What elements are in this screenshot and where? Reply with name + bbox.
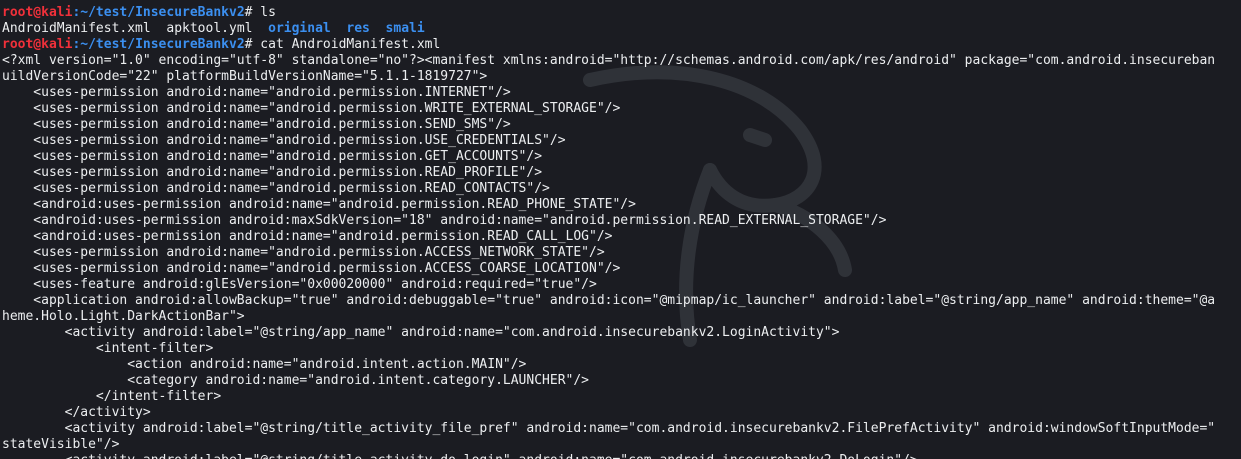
output-line: <uses-permission android:name="android.p… bbox=[2, 181, 550, 196]
output-line: <intent-filter> bbox=[2, 341, 214, 356]
terminal-window[interactable]: root@kali:~/test/InsecureBankv2# ls Andro… bbox=[0, 0, 1241, 459]
prompt-symbol: # bbox=[244, 5, 261, 20]
output-line: <uses-permission android:name="android.p… bbox=[2, 101, 621, 116]
output-line: <activity android:label="@string/app_nam… bbox=[2, 325, 840, 340]
output-line: <uses-permission android:name="android.p… bbox=[2, 245, 605, 260]
ls-file: apktool.yml bbox=[166, 21, 253, 36]
prompt-symbol: # bbox=[244, 37, 261, 52]
output-line: <uses-permission android:name="android.p… bbox=[2, 85, 511, 100]
output-line: <uses-permission android:name="android.p… bbox=[2, 117, 511, 132]
output-line: </intent-filter> bbox=[2, 389, 222, 404]
output-line: <uses-permission android:name="android.p… bbox=[2, 261, 621, 276]
ls-directory: original bbox=[268, 21, 331, 36]
output-line: uildVersionCode="22" platformBuildVersio… bbox=[2, 69, 488, 84]
prompt-path: :~/test/InsecureBankv2 bbox=[72, 5, 245, 20]
output-line: <uses-permission android:name="android.p… bbox=[2, 149, 543, 164]
prompt-line-cat: root@kali:~/test/InsecureBankv2# cat And… bbox=[2, 37, 1215, 53]
output-line: <uses-permission android:name="android.p… bbox=[2, 133, 566, 148]
ls-file: AndroidManifest.xml bbox=[2, 21, 151, 36]
ls-directory: res bbox=[346, 21, 370, 36]
output-line: stateVisible"/> bbox=[2, 437, 120, 452]
prompt-path: :~/test/InsecureBankv2 bbox=[72, 37, 245, 52]
manifest-output: <?xml version="1.0" encoding="utf-8" sta… bbox=[2, 53, 1215, 459]
output-line: <uses-feature android:glEsVersion="0x000… bbox=[2, 277, 597, 292]
output-line: <android:uses-permission android:name="a… bbox=[2, 229, 613, 244]
output-line: <android:uses-permission android:maxSdkV… bbox=[2, 213, 887, 228]
ls-output-line: AndroidManifest.xml apktool.yml original… bbox=[2, 21, 1215, 37]
output-line: <?xml version="1.0" encoding="utf-8" sta… bbox=[2, 53, 1216, 68]
output-line: <category android:name="android.intent.c… bbox=[2, 373, 589, 388]
output-line: <action android:name="android.intent.act… bbox=[2, 357, 527, 372]
output-line: <android:uses-permission android:name="a… bbox=[2, 197, 636, 212]
prompt-line-ls: root@kali:~/test/InsecureBankv2# ls bbox=[2, 5, 1215, 21]
command-text: ls bbox=[260, 5, 276, 20]
terminal-output: root@kali:~/test/InsecureBankv2# ls Andro… bbox=[2, 5, 1215, 459]
command-text: cat AndroidManifest.xml bbox=[260, 37, 441, 52]
ls-directory: smali bbox=[385, 21, 425, 36]
prompt-user-host: root@kali bbox=[2, 37, 73, 52]
output-line: <uses-permission android:name="android.p… bbox=[2, 165, 543, 180]
output-line: <activity android:label="@string/title_a… bbox=[2, 453, 1215, 459]
output-line: </activity> bbox=[2, 405, 151, 420]
output-line: <activity android:label="@string/title_a… bbox=[2, 421, 1216, 436]
prompt-user-host: root@kali bbox=[2, 5, 73, 20]
output-line: <application android:allowBackup="true" … bbox=[2, 293, 1216, 308]
output-line: heme.Holo.Light.DarkActionBar"> bbox=[2, 309, 245, 324]
